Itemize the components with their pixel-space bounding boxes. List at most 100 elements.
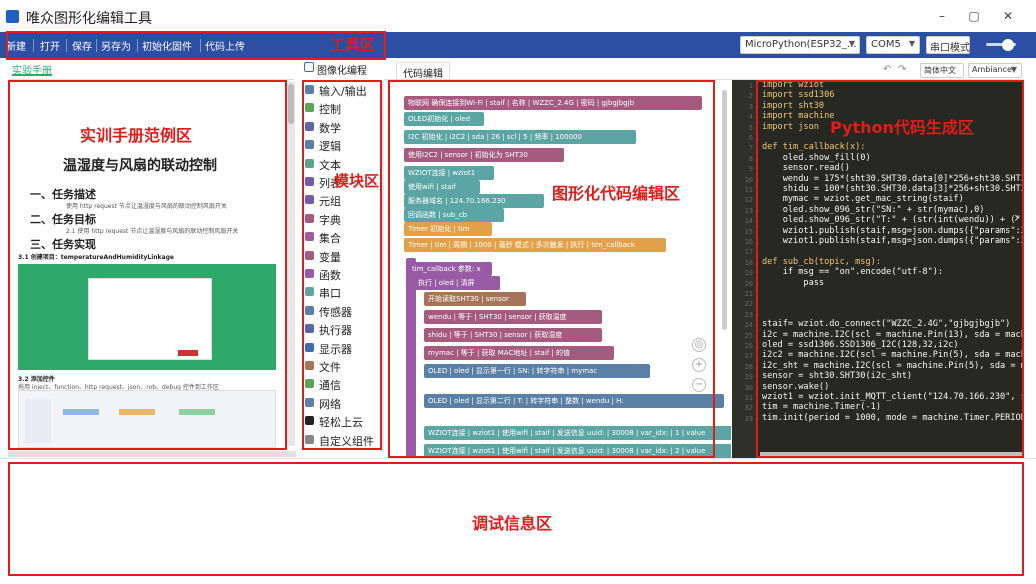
category-icon (305, 324, 314, 334)
manual-scrollbar[interactable] (287, 82, 295, 446)
block-editor-canvas[interactable]: 物联网 确保连接到Wi-Fi | staif | 名称 | WZZC_2.4G … (386, 80, 731, 458)
line-number: 21 (744, 290, 753, 298)
window-title: 唯众图形化编辑工具 (26, 11, 152, 27)
zoom-out-icon[interactable]: − (692, 378, 706, 392)
upload-code-button[interactable]: 代码上传 (205, 38, 245, 53)
tab-code-edit[interactable]: 代码编辑 (396, 62, 450, 80)
category-label: 执行器 (319, 324, 352, 338)
open-button[interactable]: 打开 (40, 38, 60, 53)
serial-mode-button[interactable]: 串口模式 (926, 36, 970, 54)
chevron-down-icon: ▼ (1010, 65, 1017, 74)
category-item[interactable]: 集合 (301, 229, 383, 247)
category-item[interactable]: 轻松上云 (301, 413, 383, 431)
category-icon (305, 269, 314, 278)
undo-icon[interactable]: ↶ (883, 64, 891, 75)
tab-block-programming[interactable]: 图像化编程 (317, 62, 367, 82)
line-number: 13 (744, 206, 753, 215)
category-item[interactable]: 显示器 (301, 340, 383, 358)
code-line: def sub_cb(topic, msg): (762, 256, 881, 267)
category-item[interactable]: 自定义组件 (301, 432, 383, 450)
scrollbar-thumb[interactable] (288, 84, 294, 124)
code-block[interactable]: Timer 初始化 | tim (404, 222, 492, 236)
module-area-label: 模块区 (334, 172, 380, 190)
code-block[interactable]: WZIOT连接 | wziot1 | 使用wifi | staif | 发送信息… (424, 444, 731, 458)
code-block[interactable]: WZIOT连接 | wziot1 (404, 166, 494, 180)
category-scrollbar[interactable] (380, 82, 384, 452)
code-line: import wziot (762, 80, 825, 90)
block-editor-icon (304, 62, 314, 72)
code-block[interactable]: OLED | oled | 显示第一行 | SN: | 转字符串 | mymac (424, 364, 650, 378)
code-block[interactable]: 回调函数 | sub_cb (404, 208, 504, 222)
category-item[interactable]: 字典 (301, 211, 383, 229)
close-button[interactable]: ✕ (996, 9, 1020, 23)
tab-manual[interactable]: 实验手册 (12, 62, 52, 77)
language-select-value: 简体中文 (924, 66, 956, 75)
line-number: 22 (744, 300, 753, 309)
category-item[interactable]: 控制 (301, 100, 383, 118)
code-block[interactable]: mymac | 等于 | 获取 MAC地址 | staif | 的值 (424, 346, 614, 360)
category-item[interactable]: 逻辑 (301, 137, 383, 155)
doc-heading: 三、任务实现 (30, 238, 96, 251)
code-block[interactable]: wendu | 等于 | SHT30 | sensor | 获取温度 (424, 310, 602, 324)
login-form-image (88, 278, 212, 360)
doc-title: 温湿度与风扇的联动控制 (63, 158, 217, 174)
code-block[interactable]: OLED初始化 | oled (404, 112, 484, 126)
line-number: 3 (748, 102, 753, 111)
minimize-button[interactable]: – (930, 9, 954, 23)
category-item[interactable]: 通信 (301, 376, 383, 394)
code-block[interactable]: 执行 | oled | 清屏 (414, 276, 500, 290)
theme-select[interactable]: Ambiance ▼ (968, 63, 1022, 78)
screenshot-node-image (63, 409, 99, 415)
redo-icon[interactable]: ↷ (898, 64, 906, 75)
port-select[interactable]: COM5 ▼ (866, 36, 920, 54)
init-firmware-button[interactable]: 初始化固件 (142, 38, 192, 53)
recenter-icon[interactable]: ◎ (692, 338, 706, 352)
maximize-button[interactable]: ▢ (962, 9, 986, 23)
category-item[interactable]: 变量 (301, 248, 383, 266)
editor-scrollbar[interactable] (722, 90, 727, 330)
code-line: wendu = 175*(sht30.SHT30.data[0]*256+sht… (762, 173, 1024, 184)
category-item[interactable]: 元组 (301, 192, 383, 210)
code-line: tim = machine.Timer(-1) (762, 402, 881, 413)
category-icon (305, 232, 314, 242)
language-select[interactable]: 简体中文 (920, 63, 964, 78)
doc-screenshot (18, 390, 276, 448)
code-block[interactable]: WZIOT连接 | wziot1 | 使用wifi | staif | 发送信息… (424, 426, 731, 440)
category-item[interactable]: 串口 (301, 284, 383, 302)
category-item[interactable]: 文件 (301, 358, 383, 376)
theme-select-value: Ambiance (972, 65, 1012, 74)
panel-divider (8, 79, 294, 80)
code-block[interactable]: tim_callback 参数: x (408, 262, 492, 276)
mode-toggle[interactable] (986, 39, 1016, 51)
code-line: wziot1.publish(staif,msg=json.dumps({"pa… (762, 225, 1024, 236)
code-line: oled.show_096_str("SN:" + str(mymac),0) (762, 204, 985, 215)
code-block[interactable]: 服务器域名 | 124.70.166.230 (404, 194, 544, 208)
toolbar-divider (96, 39, 97, 52)
code-block[interactable]: shidu | 等于 | SHT30 | sensor | 获取湿度 (424, 328, 602, 342)
code-block[interactable]: OLED | oled | 显示第二行 | T: | 转字符串 | 整数 | w… (424, 394, 724, 408)
code-block[interactable]: Timer | tim | 周期 | 1000 | 毫秒 模式 | 多次触发 |… (404, 238, 666, 252)
firmware-select[interactable]: MicroPython(ESP32_... ▼ (740, 36, 860, 54)
category-item[interactable]: 输入/输出 (301, 82, 383, 100)
category-item[interactable]: 执行器 (301, 321, 383, 339)
code-block[interactable]: I2C 初始化 | i2C2 | sda | 26 | scl | 5 | 频率… (404, 130, 636, 144)
category-item[interactable]: 数学 (301, 119, 383, 137)
code-block[interactable]: 使用wifi | staif (404, 180, 480, 194)
category-item[interactable]: 函数 (301, 266, 383, 284)
code-block[interactable]: 开始读取SHT30 | sensor (424, 292, 526, 306)
zoom-in-icon[interactable]: + (692, 358, 706, 372)
category-item[interactable]: 网络 (301, 395, 383, 413)
code-block[interactable]: 物联网 确保连接到Wi-Fi | staif | 名称 | WZZC_2.4G … (404, 96, 702, 110)
line-number: 31 (744, 394, 753, 402)
code-line: import json (762, 121, 819, 132)
category-item[interactable]: 传感器 (301, 303, 383, 321)
category-label: 显示器 (319, 342, 352, 356)
manual-h-scrollbar[interactable] (8, 451, 296, 457)
save-button[interactable]: 保存 (72, 38, 92, 53)
save-as-button[interactable]: 另存为 (101, 38, 131, 53)
new-button[interactable]: 新建 (6, 38, 26, 53)
code-block[interactable]: 使用I2C2 | sensor | 初始化为 SHT30 (404, 148, 564, 162)
chevron-right-icon[interactable]: › (1014, 210, 1024, 232)
line-number: 28 (744, 362, 753, 371)
line-number: 7 (748, 144, 753, 153)
